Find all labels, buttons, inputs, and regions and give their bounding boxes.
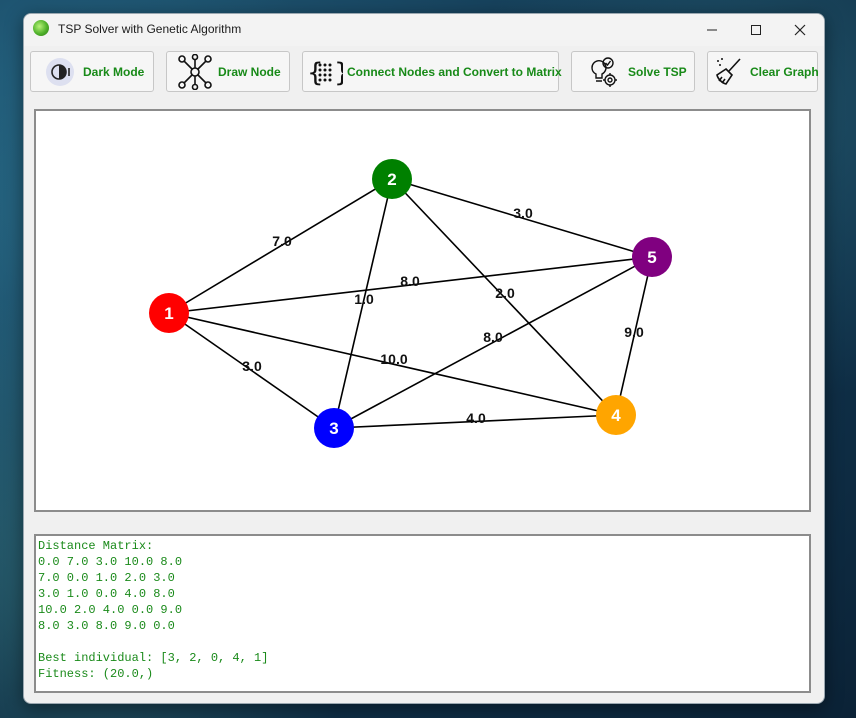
lightbulb-gear-icon	[591, 56, 617, 87]
graph-node-label: 3	[329, 419, 338, 438]
matrix-row: 7.0 0.0 1.0 2.0 3.0	[38, 571, 175, 585]
graph-canvas[interactable]: 7.0 3.0 10.0 8.0 1.0 2.0 3.0 4.0 8.0 9.0 1 2 3 4 5	[34, 109, 811, 512]
dark-mode-label: Dark Mode	[83, 64, 145, 79]
draw-node-button[interactable]: Draw Node	[166, 51, 290, 92]
dark-mode-button[interactable]: Dark Mode	[30, 51, 154, 92]
matrix-row: 0.0 7.0 3.0 10.0 8.0	[38, 555, 183, 569]
edge-weight-label: 8.0	[400, 273, 420, 289]
fitness-text: Fitness: (20.0,)	[38, 667, 154, 681]
matrix-row: 3.0 1.0 0.0 4.0 8.0	[38, 587, 175, 601]
edge-weight-label: 2.0	[495, 285, 515, 301]
graph-node-label: 1	[164, 304, 173, 323]
minimize-button[interactable]	[689, 14, 735, 46]
graph-node-label: 5	[647, 248, 656, 267]
maximize-button[interactable]	[733, 14, 779, 46]
edge-weight-label: 8.0	[483, 329, 503, 345]
close-icon	[794, 24, 806, 36]
close-button[interactable]	[777, 14, 823, 46]
dark-mode-icon	[46, 57, 74, 86]
graph-node-label: 4	[611, 406, 621, 425]
broom-icon	[716, 57, 741, 85]
solve-tsp-label: Solve TSP	[628, 64, 687, 79]
blank-line: ​	[38, 634, 809, 650]
draw-node-label: Draw Node	[218, 64, 281, 79]
window-title: TSP Solver with Genetic Algorithm	[58, 22, 242, 36]
edge-weight-label: 9.0	[624, 324, 644, 340]
network-nodes-icon	[178, 53, 212, 90]
matrix-heading: Distance Matrix:	[38, 539, 154, 553]
graph-drawing[interactable]: 7.0 3.0 10.0 8.0 1.0 2.0 3.0 4.0 8.0 9.0 1 2 3 4 5	[36, 111, 809, 510]
edge-weight-label: 3.0	[242, 358, 262, 374]
svg-text:}: }	[334, 58, 343, 88]
edge-weight-label: 4.0	[466, 410, 486, 426]
edge-weight-label: 10.0	[380, 351, 407, 367]
edge-weight-label: 7.0	[272, 233, 292, 249]
connect-nodes-button[interactable]: { } Connect Nodes and Convert to Matrix	[302, 51, 562, 92]
edge-weight-label: 1.0	[354, 291, 374, 307]
title-bar[interactable]: TSP Solver with Genetic Algorithm	[24, 14, 824, 46]
connect-nodes-label: Connect Nodes and Convert to Matrix	[347, 64, 562, 79]
app-window: TSP Solver with Genetic Algorithm Dark M…	[23, 13, 825, 704]
matrix-row: 10.0 2.0 4.0 0.0 9.0	[38, 603, 183, 617]
clear-graph-button[interactable]: Clear Graph	[707, 51, 819, 92]
output-textarea[interactable]: Distance Matrix: 0.0 7.0 3.0 10.0 8.0 7.…	[34, 534, 811, 693]
minimize-icon	[707, 29, 717, 31]
matrix-icon: { }	[307, 58, 343, 88]
best-individual-text: Best individual: [3, 2, 0, 4, 1]	[38, 651, 269, 665]
solve-tsp-button[interactable]: Solve TSP	[571, 51, 695, 92]
clear-graph-label: Clear Graph	[750, 64, 819, 79]
edge-weight-label: 3.0	[513, 205, 533, 221]
graph-node-label: 2	[387, 170, 396, 189]
maximize-icon	[751, 25, 761, 35]
matrix-row: 8.0 3.0 8.0 9.0 0.0	[38, 619, 175, 633]
app-icon	[33, 20, 49, 36]
svg-text:{: {	[307, 58, 324, 88]
